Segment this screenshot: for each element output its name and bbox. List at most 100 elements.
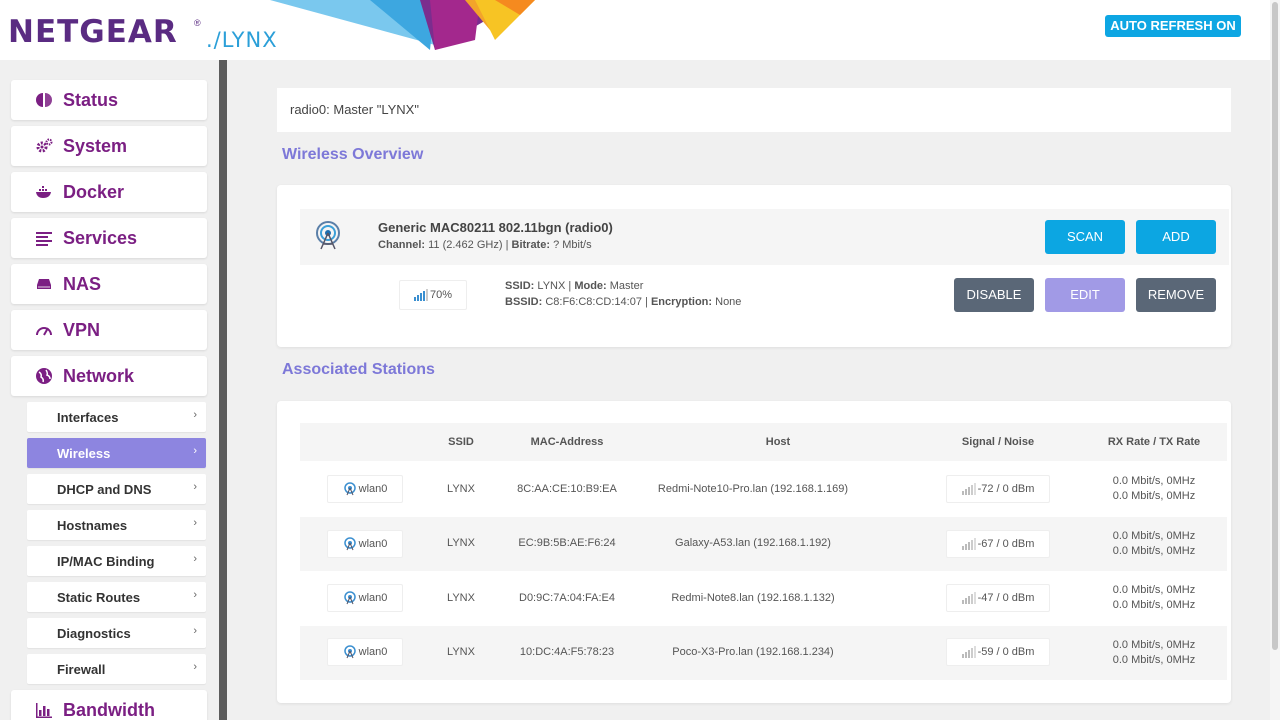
- cell-host: Redmi-Note10-Pro.lan (192.168.1.169): [657, 483, 849, 495]
- submenu-item-interfaces[interactable]: Interfaces ›: [27, 402, 206, 432]
- auto-refresh-button[interactable]: AUTO REFRESH ON: [1105, 15, 1241, 37]
- cell-ssid: LYNX: [447, 646, 475, 658]
- menu-item-network[interactable]: Network: [11, 356, 207, 396]
- signal-noise-value: -47 / 0 dBm: [977, 592, 1035, 604]
- signal-noise-badge: -59 / 0 dBm: [946, 638, 1050, 666]
- interface-badge: wlan0: [327, 584, 403, 612]
- encryption-label: Encryption:: [650, 296, 713, 308]
- docker-icon: [35, 183, 53, 201]
- cell-mac: EC:9B:5B:AE:F6:24: [518, 537, 616, 549]
- menu-label: Docker: [63, 181, 125, 202]
- signal-strength-icon: [961, 592, 976, 604]
- encryption-value: None: [715, 296, 742, 308]
- menu-label: Services: [63, 227, 138, 248]
- menu-item-bandwidth[interactable]: Bandwidth: [11, 690, 207, 720]
- bitrate-value: ? Mbit/s: [553, 239, 592, 251]
- chevron-right-icon: ›: [193, 661, 197, 673]
- menu-label: Status: [63, 89, 119, 110]
- menu-item-vpn[interactable]: VPN: [11, 310, 207, 350]
- menu-label: Network: [63, 365, 135, 386]
- cell-host: Galaxy-A53.lan (192.168.1.192): [675, 537, 831, 549]
- cell-host: Redmi-Note8.lan (192.168.1.132): [671, 592, 835, 604]
- chevron-right-icon: ›: [193, 409, 197, 421]
- ssid-value: LYNX: [537, 280, 566, 292]
- menu-label: VPN: [63, 319, 101, 340]
- rx-rate: 0.0 Mbit/s, 0MHz: [1112, 530, 1196, 542]
- submenu-item-ip-mac-binding[interactable]: IP/MAC Binding ›: [27, 546, 206, 576]
- add-button[interactable]: ADD: [1136, 220, 1216, 254]
- stations-table-header: [300, 423, 1227, 461]
- menu-item-nas[interactable]: NAS: [11, 264, 207, 304]
- chevron-right-icon: ›: [193, 553, 197, 565]
- signal-strength-icon: [961, 538, 976, 550]
- edit-button[interactable]: EDIT: [1045, 278, 1125, 312]
- wifi-antenna-icon: [343, 537, 356, 551]
- menu-label: Bandwidth: [63, 699, 155, 720]
- signal-noise-badge: -72 / 0 dBm: [946, 475, 1050, 503]
- col-rx-tx: RX Rate / TX Rate: [1107, 436, 1201, 448]
- separator: |: [568, 280, 572, 292]
- ssid-label: SSID:: [505, 280, 535, 292]
- pie-chart-icon: [35, 91, 53, 109]
- interface-name: wlan0: [358, 646, 388, 658]
- bitrate-label: Bitrate:: [511, 239, 551, 251]
- submenu-item-static-routes[interactable]: Static Routes ›: [27, 582, 206, 612]
- chevron-right-icon: ›: [193, 445, 197, 457]
- scan-button[interactable]: SCAN: [1045, 220, 1125, 254]
- disable-button[interactable]: DISABLE: [954, 278, 1034, 312]
- menu-item-docker[interactable]: Docker: [11, 172, 207, 212]
- separator: |: [505, 239, 509, 251]
- gears-icon: [35, 137, 53, 155]
- associated-stations-title: Associated Stations: [282, 361, 435, 378]
- col-ssid: SSID: [448, 436, 474, 448]
- submenu-label: Hostnames: [57, 517, 128, 533]
- menu-item-status[interactable]: Status: [11, 80, 207, 120]
- submenu-label: Wireless: [57, 445, 111, 461]
- network-signal-badge: 70%: [399, 280, 467, 310]
- cell-ssid: LYNX: [447, 592, 475, 604]
- wireless-overview-title: Wireless Overview: [282, 146, 424, 163]
- signal-noise-value: -72 / 0 dBm: [977, 483, 1035, 495]
- menu-item-services[interactable]: Services: [11, 218, 207, 258]
- submenu-item-firewall[interactable]: Firewall ›: [27, 654, 206, 684]
- signal-noise-badge: -67 / 0 dBm: [946, 530, 1050, 558]
- remove-button[interactable]: REMOVE: [1136, 278, 1216, 312]
- page-scrollbar-thumb[interactable]: [1272, 2, 1278, 650]
- wifi-antenna-icon: [343, 591, 356, 605]
- submenu-item-dhcp-dns[interactable]: DHCP and DNS ›: [27, 474, 206, 504]
- cell-ssid: LYNX: [447, 483, 475, 495]
- tx-rate: 0.0 Mbit/s, 0MHz: [1112, 490, 1196, 502]
- signal-noise-value: -67 / 0 dBm: [977, 538, 1035, 550]
- menu-label: NAS: [63, 273, 102, 294]
- submenu-item-hostnames[interactable]: Hostnames ›: [27, 510, 206, 540]
- interface-badge: wlan0: [327, 475, 403, 503]
- submenu-item-wireless[interactable]: Wireless ›: [27, 438, 206, 468]
- chevron-right-icon: ›: [193, 481, 197, 493]
- col-mac: MAC-Address: [530, 436, 604, 448]
- menu-item-system[interactable]: System: [11, 126, 207, 166]
- cell-host: Poco-X3-Pro.lan (192.168.1.234): [672, 646, 834, 658]
- rx-rate: 0.0 Mbit/s, 0MHz: [1112, 639, 1196, 651]
- cell-rates: 0.0 Mbit/s, 0MHz 0.0 Mbit/s, 0MHz: [1113, 474, 1196, 504]
- signal-strength-icon: [413, 289, 428, 301]
- menu-label: System: [63, 135, 128, 156]
- signal-noise-value: -59 / 0 dBm: [977, 646, 1035, 658]
- network-ssid-mode: SSID: LYNX | Mode: Master: [505, 280, 643, 292]
- submenu-item-diagnostics[interactable]: Diagnostics ›: [27, 618, 206, 648]
- interface-name: wlan0: [358, 538, 388, 550]
- device-meta: Channel: 11 (2.462 GHz) | Bitrate: ? Mbi…: [378, 239, 592, 251]
- channel-label: Channel:: [378, 239, 426, 251]
- submenu-label: Interfaces: [57, 409, 119, 425]
- channel-value: 11 (2.462 GHz): [428, 239, 503, 251]
- sidebar-divider: [219, 60, 227, 720]
- signal-percent: 70%: [429, 289, 453, 301]
- submenu-label: Diagnostics: [57, 625, 131, 641]
- top-header: NETGEAR ® ./LYNX AUTO REFRESH ON: [0, 0, 1270, 60]
- wifi-antenna-icon: [343, 482, 356, 496]
- logo-registered-mark: ®: [194, 18, 201, 28]
- chevron-right-icon: ›: [193, 589, 197, 601]
- interface-name: wlan0: [358, 592, 388, 604]
- antenna-icon: [316, 221, 340, 250]
- mode-value: Master: [609, 280, 644, 292]
- cell-rates: 0.0 Mbit/s, 0MHz 0.0 Mbit/s, 0MHz: [1113, 529, 1196, 559]
